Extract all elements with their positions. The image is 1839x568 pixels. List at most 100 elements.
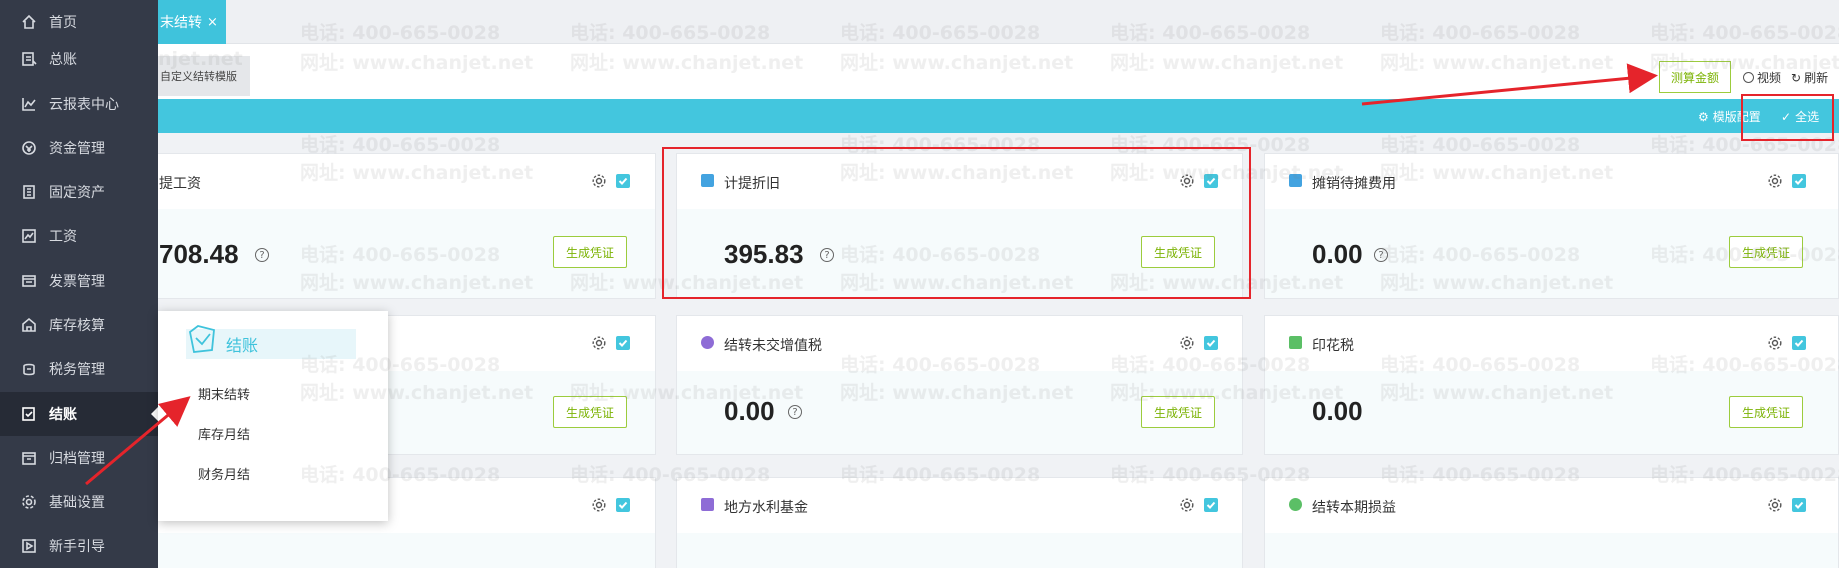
generate-voucher-button[interactable]: 生成凭证 <box>553 236 627 268</box>
card-amount: 0.00 <box>724 396 775 426</box>
sidebar-item-guide[interactable]: 新手引导 <box>0 524 158 568</box>
money-icon <box>20 139 38 157</box>
generate-voucher-button[interactable]: 生成凭证 <box>1141 396 1215 428</box>
gear-icon[interactable] <box>1767 497 1783 513</box>
sidebar-item-label: 税务管理 <box>49 362 105 378</box>
select-all-label: 全选 <box>1795 110 1820 124</box>
sidebar-item-inventory[interactable]: 库存核算 <box>0 303 158 347</box>
generate-voucher-button[interactable]: 生成凭证 <box>553 396 627 428</box>
card-title: 印花税 <box>1312 338 1354 354</box>
ledger-icon <box>20 50 38 68</box>
close-icon[interactable]: × <box>207 15 218 30</box>
stamp-duty-icon <box>1289 336 1302 349</box>
card-local-water-fund: 地方水利基金 <box>676 477 1243 568</box>
select-all-button[interactable]: ✓ 全选 <box>1781 108 1819 125</box>
gear-icon[interactable] <box>1179 173 1195 189</box>
sidebar-item-archive[interactable]: 归档管理 <box>0 436 158 480</box>
card-title: 摊销待摊费用 <box>1312 176 1396 192</box>
sidebar-item-cloud-report[interactable]: 云报表中心 <box>0 82 158 126</box>
gear-icon[interactable] <box>1767 173 1783 189</box>
gear-icon: ⚙ <box>1698 109 1709 124</box>
card-salary-accrual: 提工资 708.48 ? 生成凭证 <box>130 153 656 299</box>
submenu-title: 结账 <box>226 336 259 355</box>
card-depreciation: 计提折旧 395.83 ? 生成凭证 <box>676 153 1243 299</box>
action-bar: ⚙ 模版配置 ✓ 全选 <box>158 99 1839 133</box>
sidebar-item-fixed-assets[interactable]: 固定资产 <box>0 170 158 214</box>
card-checkbox[interactable] <box>1204 498 1218 512</box>
sidebar-item-label: 新手引导 <box>49 539 105 555</box>
sidebar-item-salary[interactable]: 工资 <box>0 214 158 258</box>
sidebar-item-ledger[interactable]: 总账 <box>0 37 158 81</box>
sidebar-item-label: 云报表中心 <box>49 97 119 113</box>
sidebar-item-tax[interactable]: 税务管理 <box>0 347 158 391</box>
card-checkbox[interactable] <box>616 336 630 350</box>
gear-icon <box>20 493 38 511</box>
vat-icon <box>701 336 714 349</box>
refresh-label: 刷新 <box>1804 71 1829 85</box>
submenu-item-period-end-transfer[interactable]: 期末结转 <box>198 384 250 403</box>
amortization-icon <box>1289 174 1302 187</box>
card-checkbox[interactable] <box>1792 336 1806 350</box>
card-amount: 708.48 <box>159 239 239 269</box>
sidebar-item-funds[interactable]: 资金管理 <box>0 126 158 170</box>
sidebar-item-label: 工资 <box>49 229 77 245</box>
archive-icon <box>20 449 38 467</box>
profit-loss-icon <box>1289 498 1302 511</box>
help-icon[interactable]: ? <box>1374 248 1388 262</box>
sidebar-item-invoice[interactable]: 发票管理 <box>0 259 158 303</box>
card-stamp-duty: 印花税 0.00 生成凭证 <box>1264 315 1839 455</box>
sidebar-item-label: 基础设置 <box>49 495 105 511</box>
custom-template-button[interactable]: 自定义结转模版 <box>158 56 250 96</box>
card-profit-loss-transfer: 结转本期损益 <box>1264 477 1839 568</box>
refresh-link[interactable]: ↻ 刷新 <box>1791 69 1828 86</box>
video-link[interactable]: 视频 <box>1743 69 1781 86</box>
checkout-submenu: 结账 期末结转 库存月结 财务月结 <box>158 311 388 521</box>
help-icon[interactable]: ? <box>788 405 802 419</box>
refresh-icon: ↻ <box>1791 70 1802 85</box>
home-icon <box>20 13 38 31</box>
play-icon <box>20 537 38 555</box>
card-checkbox[interactable] <box>1204 336 1218 350</box>
building-icon <box>20 183 38 201</box>
gear-icon[interactable] <box>1767 335 1783 351</box>
generate-voucher-button[interactable]: 生成凭证 <box>1729 396 1803 428</box>
sidebar-item-basic-settings[interactable]: 基础设置 <box>0 480 158 524</box>
generate-voucher-button[interactable]: 生成凭证 <box>1141 236 1215 268</box>
tax-icon <box>20 360 38 378</box>
template-settings-button[interactable]: ⚙ 模版配置 <box>1698 108 1761 125</box>
generate-voucher-button[interactable]: 生成凭证 <box>1729 236 1803 268</box>
gear-icon[interactable] <box>591 335 607 351</box>
checkout-logo-icon <box>189 325 215 353</box>
help-icon[interactable]: ? <box>255 248 269 262</box>
sidebar-item-label: 固定资产 <box>49 185 105 201</box>
sidebar-item-checkout[interactable]: 结账 <box>0 392 159 436</box>
submenu-item-finance-close[interactable]: 财务月结 <box>198 464 250 483</box>
calculate-amount-button[interactable]: 测算金额 <box>1659 61 1731 93</box>
card-amount: 0.00 <box>1312 239 1363 269</box>
gear-icon[interactable] <box>1179 335 1195 351</box>
card-amount: 395.83 <box>724 239 804 269</box>
card-checkbox[interactable] <box>1204 174 1218 188</box>
card-checkbox[interactable] <box>616 498 630 512</box>
chart-icon <box>20 95 38 113</box>
tab-period-end-transfer[interactable]: 末结转 × <box>158 0 226 44</box>
help-icon[interactable]: ? <box>820 248 834 262</box>
gear-icon[interactable] <box>591 173 607 189</box>
card-checkbox[interactable] <box>1792 174 1806 188</box>
gear-icon[interactable] <box>1179 497 1195 513</box>
salary-icon <box>20 227 38 245</box>
sidebar-item-label: 发票管理 <box>49 274 105 290</box>
warehouse-icon <box>20 316 38 334</box>
gear-icon[interactable] <box>591 497 607 513</box>
card-title: 结转本期损益 <box>1312 500 1396 516</box>
water-fund-icon <box>701 498 714 511</box>
video-label: 视频 <box>1757 71 1782 85</box>
submenu-item-inventory-close[interactable]: 库存月结 <box>198 424 250 443</box>
card-checkbox[interactable] <box>1792 498 1806 512</box>
sidebar-item-label: 资金管理 <box>49 141 105 157</box>
toolbar: 自定义结转模版 测算金额 视频 ↻ 刷新 <box>158 44 1839 99</box>
card-title: 计提折旧 <box>724 176 780 192</box>
card-checkbox[interactable] <box>616 174 630 188</box>
card-title: 提工资 <box>159 176 201 192</box>
card-body <box>131 533 655 568</box>
